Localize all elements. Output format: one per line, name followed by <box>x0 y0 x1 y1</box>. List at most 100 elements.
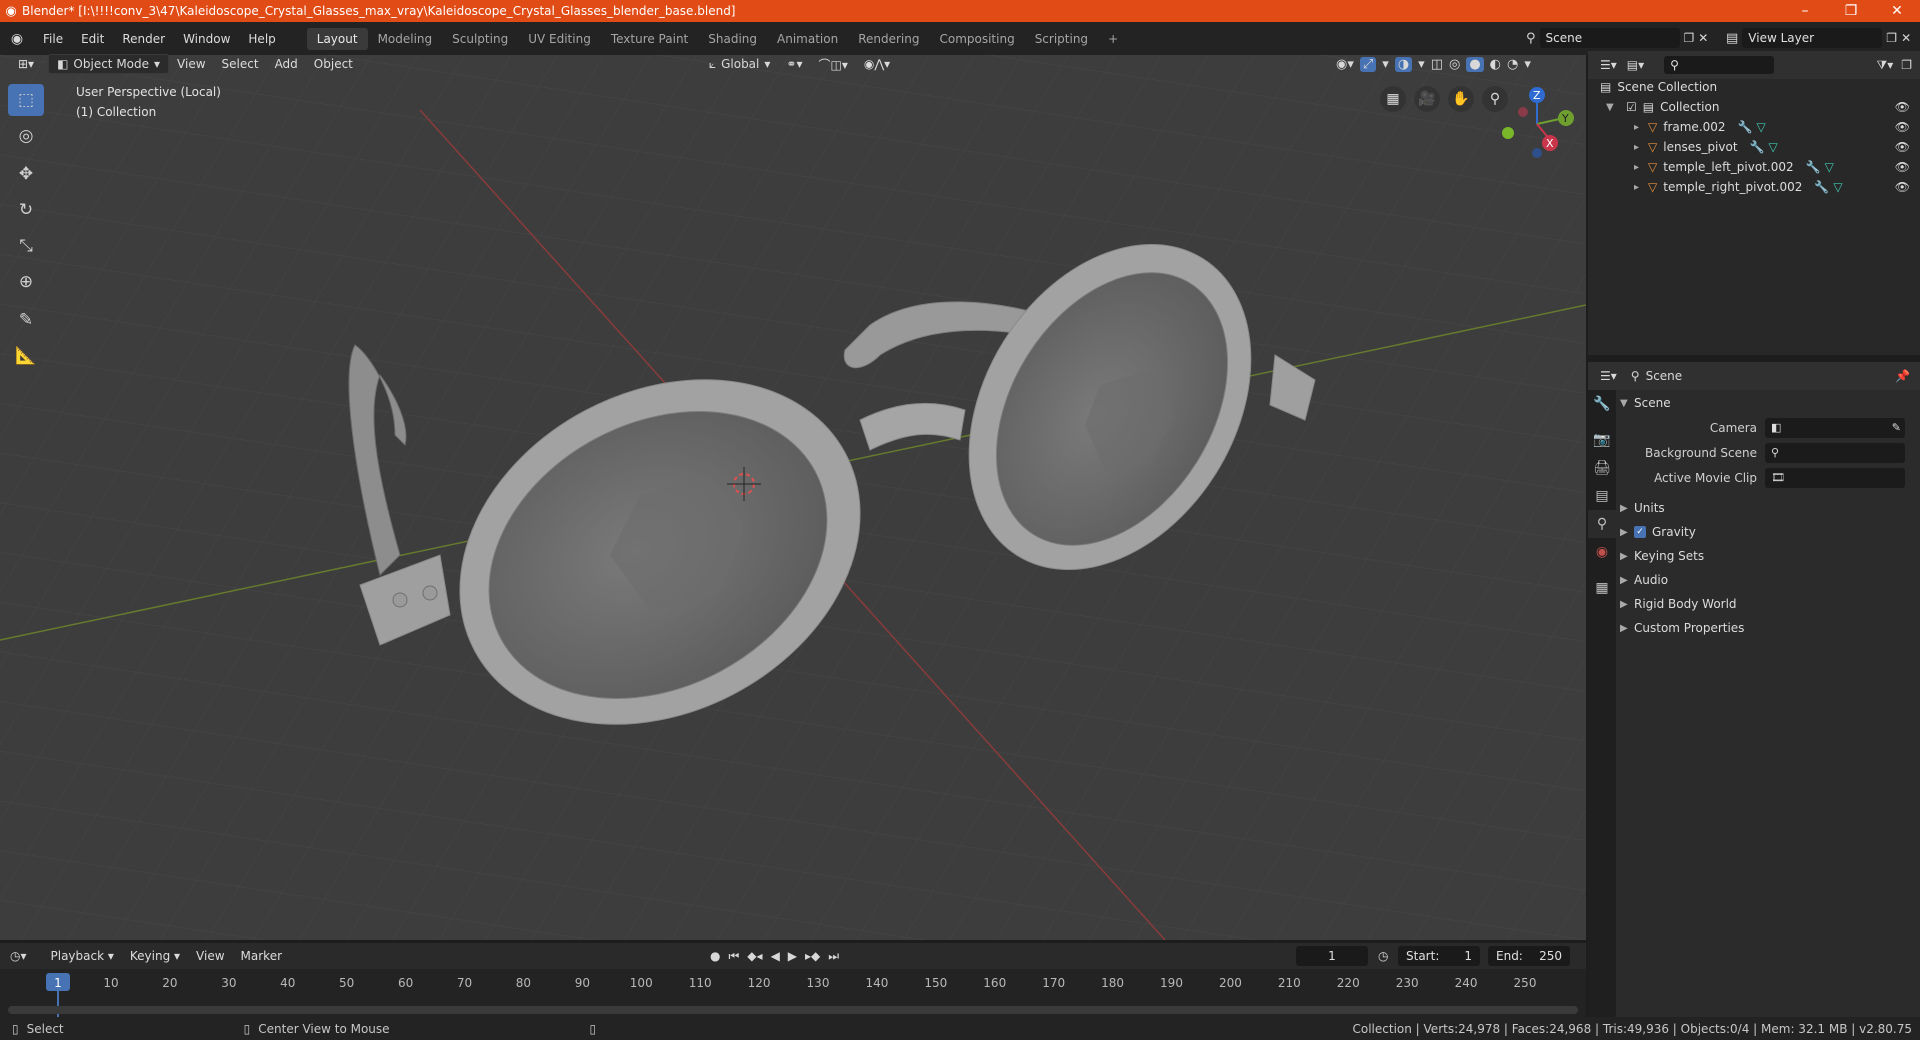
eye-icon[interactable]: 👁 <box>1895 120 1910 134</box>
select-box-tool-icon[interactable]: ⬚ <box>8 84 44 116</box>
object-mode-dropdown[interactable]: ◧ Object Mode ▾ <box>48 54 170 74</box>
rigid-body-world-section[interactable]: ▶ Rigid Body World <box>1620 592 1916 616</box>
play-reverse-icon[interactable]: ◀ <box>771 949 780 964</box>
add-workspace-button[interactable]: + <box>1098 28 1128 50</box>
display-mode-icon[interactable]: ▤▾ <box>1627 58 1644 72</box>
outliner-item-temple-right[interactable]: ▸ ▽ temple_right_pivot.002 🔧 ▽ 👁 <box>1600 177 1920 197</box>
jump-start-icon[interactable]: ⏮ <box>728 949 739 964</box>
proportional-edit-icon[interactable]: ◉⋀▾ <box>856 54 898 74</box>
jump-end-icon[interactable]: ⏭ <box>828 949 839 964</box>
outliner-item-temple-left[interactable]: ▸ ▽ temple_left_pivot.002 🔧 ▽ 👁 <box>1600 157 1920 177</box>
checkbox-icon[interactable]: ☑ <box>1626 100 1637 114</box>
visibility-icon[interactable]: ◉▾ <box>1336 57 1354 72</box>
pivot-point-icon[interactable]: ⚭▾ <box>778 54 810 74</box>
outliner-scene-collection[interactable]: ▤ Scene Collection <box>1600 77 1920 97</box>
filter-icon[interactable]: ⧩▾ <box>1877 58 1894 73</box>
new-view-layer-icon[interactable]: ❐ <box>1886 31 1897 45</box>
chevron-down-icon[interactable]: ▾ <box>1524 57 1531 72</box>
units-section[interactable]: ▶ Units <box>1620 496 1916 520</box>
gizmo-neg-x[interactable] <box>1518 107 1528 117</box>
pan-hand-icon[interactable]: ✋ <box>1448 86 1474 112</box>
menu-view[interactable]: View <box>169 54 213 74</box>
annotate-tool-icon[interactable]: ✎ <box>8 304 44 336</box>
tab-shading[interactable]: Shading <box>698 28 767 50</box>
end-frame-field[interactable]: End: 250 <box>1488 946 1570 966</box>
material-shading-icon[interactable]: ◐ <box>1490 57 1501 72</box>
audio-section[interactable]: ▶ Audio <box>1620 568 1916 592</box>
new-collection-icon[interactable]: ❐ <box>1901 58 1912 72</box>
rendered-shading-icon[interactable]: ◔ <box>1507 57 1518 72</box>
gizmo-neg-z[interactable] <box>1532 148 1542 158</box>
move-tool-icon[interactable]: ✥ <box>8 158 44 190</box>
outliner-search-input[interactable]: ⚲ <box>1664 56 1775 74</box>
tool-tab-icon[interactable]: 🔧 <box>1588 390 1616 418</box>
overlays-icon[interactable]: ◑ <box>1394 56 1413 72</box>
xray-icon[interactable]: ◫ <box>1431 57 1443 72</box>
chevron-down-icon[interactable]: ▼ <box>1606 102 1620 113</box>
world-tab-icon[interactable]: ◉ <box>1588 538 1616 566</box>
start-frame-field[interactable]: Start: 1 <box>1398 946 1480 966</box>
view-layer-tab-icon[interactable]: ▤ <box>1588 482 1616 510</box>
chevron-right-icon[interactable]: ▸ <box>1634 182 1648 193</box>
render-tab-icon[interactable]: 📷 <box>1588 426 1616 454</box>
blender-menu-icon[interactable]: ◉ <box>0 31 34 47</box>
outliner-editor-icon[interactable]: ☰▾ <box>1600 58 1617 72</box>
scene-selector[interactable]: Scene <box>1539 28 1680 48</box>
menu-keying[interactable]: Keying ▾ <box>122 946 188 966</box>
grid-view-icon[interactable]: ▦ <box>1380 86 1406 112</box>
chevron-right-icon[interactable]: ▸ <box>1634 162 1648 173</box>
restore-button[interactable]: ❐ <box>1828 0 1874 22</box>
editor-type-button[interactable]: ⊞▾ <box>10 54 42 74</box>
chevron-right-icon[interactable]: ▸ <box>1634 142 1648 153</box>
scale-tool-icon[interactable]: ⤡ <box>8 230 44 262</box>
menu-render[interactable]: Render <box>113 32 174 46</box>
gravity-section[interactable]: ▶ ✓ Gravity <box>1620 520 1916 544</box>
chevron-down-icon[interactable]: ▾ <box>1418 57 1425 72</box>
snap-icon[interactable]: ⌒◫▾ <box>810 53 855 76</box>
chevron-right-icon[interactable]: ▸ <box>1634 122 1648 133</box>
scene-section-header[interactable]: ▼ Scene <box>1620 391 1916 415</box>
pin-icon[interactable]: 📌 <box>1895 369 1910 383</box>
eyedropper-icon[interactable]: ✎ <box>1892 421 1901 434</box>
measure-tool-icon[interactable]: 📐 <box>8 340 44 372</box>
tab-uv-editing[interactable]: UV Editing <box>518 28 601 50</box>
eye-icon[interactable]: 👁 <box>1895 160 1910 174</box>
outliner-item-frame[interactable]: ▸ ▽ frame.002 🔧 ▽ 👁 <box>1600 117 1920 137</box>
solid-shading-icon[interactable]: ● <box>1466 56 1484 72</box>
tab-scripting[interactable]: Scripting <box>1025 28 1098 50</box>
jump-keyframe-back-icon[interactable]: ◆◂ <box>747 949 762 964</box>
menu-select[interactable]: Select <box>214 54 267 74</box>
menu-file[interactable]: File <box>34 32 72 46</box>
menu-help[interactable]: Help <box>239 32 284 46</box>
tab-compositing[interactable]: Compositing <box>929 28 1024 50</box>
scene-tab-icon[interactable]: ⚲ <box>1588 510 1616 538</box>
wireframe-shading-icon[interactable]: ◎ <box>1449 57 1460 72</box>
gizmo-toggle-icon[interactable]: ⤢ <box>1359 56 1377 72</box>
properties-editor-icon[interactable]: ☰▾ <box>1600 369 1617 383</box>
menu-window[interactable]: Window <box>174 32 239 46</box>
new-scene-icon[interactable]: ❐ <box>1684 31 1695 45</box>
timeline-editor-icon[interactable]: ◷▾ <box>10 949 27 963</box>
zoom-icon[interactable]: ⚲ <box>1482 86 1508 112</box>
menu-playback[interactable]: Playback ▾ <box>43 946 122 966</box>
remove-view-layer-icon[interactable]: ✕ <box>1901 31 1911 45</box>
eye-icon[interactable]: 👁 <box>1895 180 1910 194</box>
minimize-button[interactable]: – <box>1782 0 1828 22</box>
play-icon[interactable]: ▶ <box>788 949 797 964</box>
keying-sets-section[interactable]: ▶ Keying Sets <box>1620 544 1916 568</box>
tab-sculpting[interactable]: Sculpting <box>442 28 518 50</box>
camera-field[interactable]: ◧ ✎ <box>1765 417 1905 438</box>
menu-object[interactable]: Object <box>306 54 361 74</box>
record-icon[interactable]: ● <box>710 949 720 964</box>
transform-orientation-dropdown[interactable]: ⟀ Global ▾ <box>701 55 779 74</box>
outliner-item-lenses[interactable]: ▸ ▽ lenses_pivot 🔧 ▽ 👁 <box>1600 137 1920 157</box>
cursor-tool-icon[interactable]: ◎ <box>8 120 44 152</box>
eye-icon[interactable]: 👁 <box>1895 100 1910 114</box>
view-layer-selector[interactable]: View Layer <box>1742 28 1883 48</box>
tab-texture-paint[interactable]: Texture Paint <box>601 28 698 50</box>
menu-edit[interactable]: Edit <box>72 32 113 46</box>
tab-animation[interactable]: Animation <box>767 28 848 50</box>
camera-view-icon[interactable]: 🎥 <box>1414 86 1440 112</box>
tab-modeling[interactable]: Modeling <box>368 28 443 50</box>
menu-add[interactable]: Add <box>267 54 306 74</box>
